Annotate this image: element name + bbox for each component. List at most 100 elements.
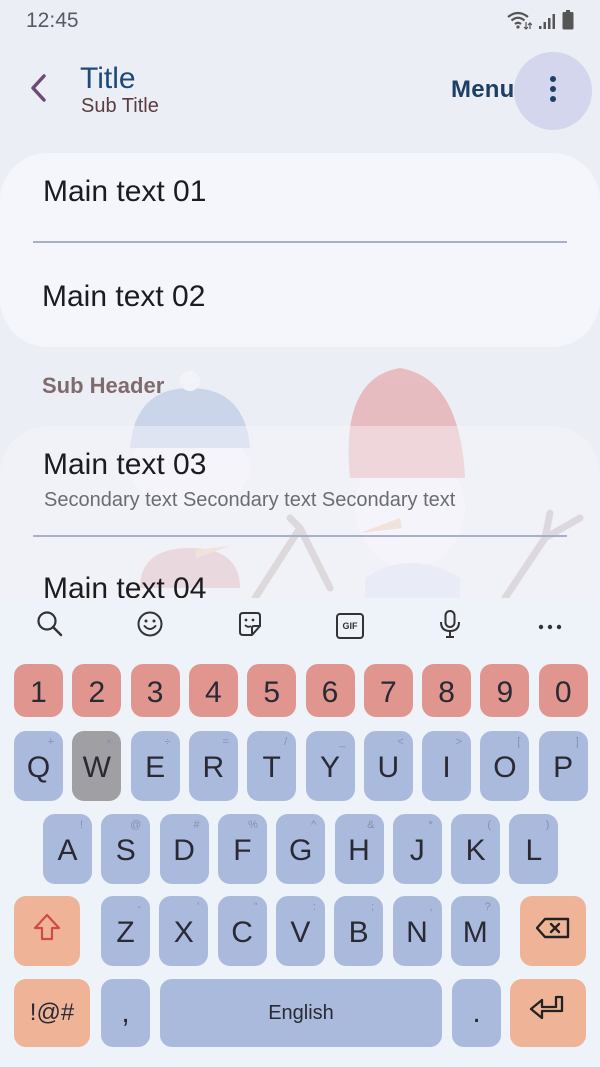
key-label: T: [262, 751, 281, 784]
status-icons: [506, 10, 574, 30]
key-hint: =: [222, 736, 229, 748]
key-hint: :: [312, 901, 316, 913]
key-hint: >: [455, 736, 463, 748]
key-t[interactable]: / T: [247, 731, 297, 801]
voice-input-button[interactable]: [430, 608, 470, 644]
chevron-left-icon: [28, 73, 48, 108]
key-n[interactable]: ,N: [392, 896, 442, 966]
key-label: N: [406, 916, 428, 949]
list-item-03[interactable]: Main text 03 Secondary text Secondary te…: [0, 426, 600, 538]
enter-key[interactable]: [510, 979, 586, 1047]
keyboard-toolbar: GIF: [0, 598, 600, 654]
key-hint: ,: [429, 901, 433, 913]
key-label: 0: [554, 675, 572, 709]
list-item-02[interactable]: Main text 02: [0, 248, 600, 347]
key-label: X: [173, 916, 194, 949]
key-9[interactable]: 9: [480, 664, 530, 717]
key-2[interactable]: 2: [72, 664, 122, 717]
key-hint: @: [130, 819, 142, 831]
key-hint: -: [137, 901, 141, 913]
key-r[interactable]: = R: [188, 731, 238, 801]
key-x[interactable]: ' X: [159, 896, 209, 966]
key-label: V: [290, 916, 311, 949]
space-key[interactable]: English: [160, 979, 442, 1047]
key-z[interactable]: -Z: [101, 896, 150, 966]
key-1[interactable]: 1: [14, 664, 63, 717]
more-options-button[interactable]: [514, 52, 592, 130]
key-6[interactable]: 6: [305, 664, 355, 717]
key-7[interactable]: 7: [363, 664, 413, 717]
key-hint: *: [428, 819, 433, 831]
sticker-icon: [236, 610, 264, 643]
key-label: G: [289, 834, 313, 867]
comma-key-label: ,: [121, 996, 130, 1029]
comma-key[interactable]: ,: [101, 979, 150, 1047]
sub-header: Sub Header: [42, 373, 165, 398]
mic-icon: [438, 609, 462, 644]
status-time: 12:45: [26, 9, 79, 32]
key-hint: #: [193, 819, 200, 831]
key-label: M: [462, 916, 488, 949]
key-0[interactable]: 0: [538, 664, 588, 717]
key-e[interactable]: ÷ E: [130, 731, 180, 801]
symbols-key-label: !@#: [29, 999, 75, 1026]
key-hint: ?: [484, 901, 491, 913]
menu-button[interactable]: Menu: [451, 76, 514, 104]
list-item-04[interactable]: Main text 04: [0, 538, 600, 598]
key-hint: ÷: [164, 736, 171, 748]
key-label: B: [348, 916, 369, 949]
keyboard-more-button[interactable]: [530, 608, 570, 644]
backspace-key[interactable]: [520, 896, 586, 966]
key-8[interactable]: 8: [422, 664, 472, 717]
key-d[interactable]: # D: [159, 814, 209, 884]
list-item-main-text: Main text 03: [43, 448, 207, 481]
key-4[interactable]: 4: [188, 664, 238, 717]
key-hint: _: [339, 736, 346, 748]
key-label: C: [231, 916, 253, 949]
key-q[interactable]: + Q: [14, 731, 63, 801]
key-s[interactable]: @ S: [101, 814, 151, 884]
gif-button[interactable]: GIF: [330, 608, 370, 644]
more-vert-icon: [549, 75, 557, 108]
key-label: K: [465, 834, 486, 867]
key-p[interactable]: ] P: [538, 731, 588, 801]
shift-key[interactable]: [14, 896, 80, 966]
key-v[interactable]: :V: [275, 896, 325, 966]
period-key[interactable]: .: [452, 979, 501, 1047]
key-i[interactable]: > I: [422, 731, 472, 801]
emoji-button[interactable]: [130, 608, 170, 644]
symbols-key[interactable]: !@#: [14, 979, 90, 1047]
key-label: Z: [116, 916, 135, 949]
key-label: O: [493, 751, 517, 784]
key-l[interactable]: ) L: [509, 814, 559, 884]
key-3[interactable]: 3: [130, 664, 180, 717]
key-5[interactable]: 5: [247, 664, 297, 717]
wifi-icon: [506, 10, 532, 30]
list-item-01[interactable]: Main text 01: [0, 153, 600, 248]
key-g[interactable]: ^ G: [276, 814, 326, 884]
key-a[interactable]: ! A: [43, 814, 92, 884]
backspace-icon: [535, 914, 571, 948]
key-f[interactable]: % F: [217, 814, 267, 884]
key-label: 8: [438, 675, 455, 709]
page-subtitle: Sub Title: [81, 95, 159, 117]
key-k[interactable]: (K: [451, 814, 501, 884]
key-hint: /: [284, 736, 288, 748]
key-j[interactable]: * J: [392, 814, 442, 884]
keyboard-search-button[interactable]: [30, 608, 70, 644]
key-o[interactable]: [O: [480, 731, 530, 801]
key-label: H: [348, 834, 370, 867]
key-c[interactable]: " C: [217, 896, 267, 966]
key-label: L: [525, 834, 543, 867]
key-w[interactable]: × W: [72, 731, 122, 801]
key-label: J: [409, 834, 425, 867]
back-button[interactable]: [18, 68, 58, 112]
key-b[interactable]: ; B: [334, 896, 384, 966]
key-y[interactable]: _ Y: [305, 731, 355, 801]
key-u[interactable]: < U: [363, 731, 413, 801]
key-m[interactable]: ? M: [450, 896, 500, 966]
sticker-button[interactable]: [230, 608, 270, 644]
key-hint: <: [397, 736, 404, 748]
more-horiz-icon: [538, 617, 562, 635]
key-h[interactable]: & H: [334, 814, 384, 884]
